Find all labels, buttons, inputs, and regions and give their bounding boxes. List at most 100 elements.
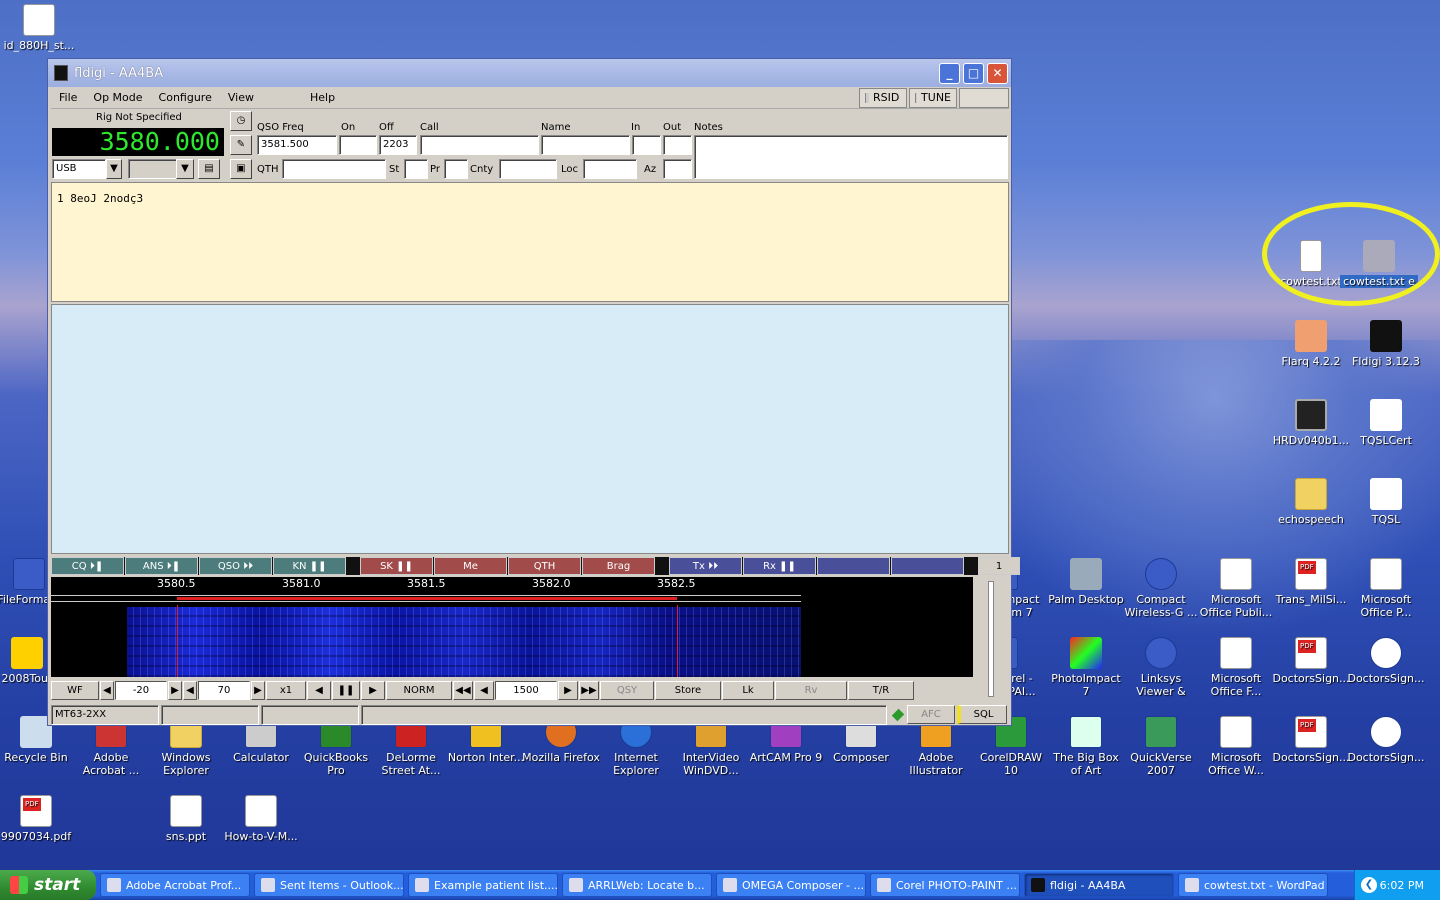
clock[interactable]: 6:02 PM bbox=[1380, 879, 1424, 892]
province-field[interactable] bbox=[444, 159, 468, 179]
empty-toggle[interactable] bbox=[959, 87, 1009, 108]
reference-level-field[interactable]: -20 bbox=[115, 680, 167, 700]
qth-field[interactable] bbox=[282, 159, 386, 179]
lock-toggle[interactable]: Lk bbox=[722, 680, 774, 700]
range-field[interactable]: 70 bbox=[198, 680, 250, 700]
azimuth-field[interactable] bbox=[663, 159, 692, 179]
ref-down-arrow-icon[interactable]: ◀ bbox=[100, 680, 114, 700]
locator-field[interactable] bbox=[583, 159, 637, 179]
qso-freq-field[interactable]: 3581.500 bbox=[257, 135, 337, 155]
step-right-icon[interactable]: ▶ bbox=[558, 680, 578, 700]
close-button[interactable]: ✕ bbox=[987, 62, 1008, 84]
squelch-toggle[interactable]: SQL bbox=[957, 705, 1007, 724]
menu-view[interactable]: View bbox=[220, 91, 262, 104]
desktop-icon-hrd[interactable]: HRDv040b1... bbox=[1272, 399, 1350, 447]
store-button[interactable]: Store bbox=[655, 680, 721, 700]
taskbar-item-omega-composer[interactable]: OMEGA Composer - ... bbox=[716, 873, 866, 897]
desktop-icon-trans-milsi[interactable]: Trans_MilSi... bbox=[1272, 558, 1350, 606]
step-left-icon[interactable]: ◀ bbox=[474, 680, 494, 700]
signal-level-scroll[interactable] bbox=[976, 577, 1006, 703]
state-field[interactable] bbox=[404, 159, 428, 179]
desktop-icon-linksys-viewer[interactable]: Linksys Viewer & Recorder ... bbox=[1122, 637, 1200, 698]
macro-me-button[interactable]: Me bbox=[434, 557, 507, 575]
desktop-icon-sns-ppt[interactable]: sns.ppt bbox=[147, 795, 225, 843]
desktop-icon-palm-desktop[interactable]: Palm Desktop bbox=[1047, 558, 1125, 606]
macro-cq-button[interactable]: CQ ⏵❚ bbox=[51, 557, 124, 575]
fldigi-window[interactable]: fldigi - AA4BA _ □ ✕ File Op Mode Config… bbox=[47, 58, 1020, 726]
rst-in-field[interactable] bbox=[632, 135, 661, 155]
on-time-field[interactable] bbox=[339, 135, 377, 155]
desktop-icon-flarq[interactable]: Flarq 4.2.2 bbox=[1272, 320, 1350, 368]
desktop-icon-id880h[interactable]: id_880H_st... bbox=[0, 4, 78, 52]
rig-list-icon[interactable]: ▤ bbox=[198, 159, 220, 179]
transmit-text-pane[interactable] bbox=[51, 304, 1009, 554]
taskbar-item-patient-list[interactable]: Example patient list.... bbox=[408, 873, 558, 897]
macro-page-button[interactable]: 1 bbox=[978, 557, 1020, 575]
macro-empty-1-button[interactable] bbox=[817, 557, 890, 575]
fast-rewind-icon[interactable]: ◀◀ bbox=[453, 680, 473, 700]
menu-help[interactable]: Help bbox=[302, 91, 343, 104]
macro-rx-button[interactable]: Rx ❚❚ bbox=[743, 557, 816, 575]
off-time-field[interactable]: 2203 bbox=[379, 135, 417, 155]
taskbar-item-acrobat[interactable]: Adobe Acrobat Prof... bbox=[100, 873, 250, 897]
window-titlebar[interactable]: fldigi - AA4BA _ □ ✕ bbox=[48, 59, 1011, 87]
waterfall-display[interactable]: 3580.5 3581.0 3581.5 3582.0 3582.5 bbox=[51, 577, 973, 677]
macro-ans-button[interactable]: ANS ⏵❚ bbox=[125, 557, 198, 575]
call-field[interactable] bbox=[420, 135, 539, 155]
save-log-icon[interactable]: ▣ bbox=[230, 159, 252, 179]
desktop-icon-photoimpact[interactable]: PhotoImpact 7 bbox=[1047, 637, 1125, 698]
desktop-icon-compact-wireless[interactable]: Compact Wireless-G ... bbox=[1122, 558, 1200, 619]
taskbar-item-outlook[interactable]: Sent Items - Outlook... bbox=[254, 873, 404, 897]
desktop-icon-ms-word[interactable]: Microsoft Office W... bbox=[1197, 716, 1275, 777]
desktop-icon-big-box-of-art[interactable]: The Big Box of Art bbox=[1047, 716, 1125, 777]
desktop-icon-tqsl[interactable]: TQSL bbox=[1347, 478, 1425, 526]
frequency-display[interactable]: 3580.000 bbox=[52, 128, 224, 156]
menu-configure[interactable]: Configure bbox=[151, 91, 220, 104]
zoom-button[interactable]: x1 bbox=[266, 680, 306, 700]
desktop-icon-doctorssign-2[interactable]: DoctorsSign... bbox=[1347, 716, 1425, 764]
scroll-right-icon[interactable]: ▶ bbox=[361, 680, 385, 700]
rst-out-field[interactable] bbox=[663, 135, 692, 155]
desktop-icon-9907034-pdf[interactable]: 9907034.pdf bbox=[0, 795, 75, 843]
transmit-receive-toggle[interactable]: T/R bbox=[848, 680, 914, 700]
macro-kn-button[interactable]: KN ❚❚ bbox=[273, 557, 346, 575]
desktop-icon-ms-publisher[interactable]: Microsoft Office Publi... bbox=[1197, 558, 1275, 619]
macro-qso-button[interactable]: QSO ⏵⏵ bbox=[199, 557, 272, 575]
macro-brag-button[interactable]: Brag bbox=[582, 557, 655, 575]
fast-forward-icon[interactable]: ▶▶ bbox=[579, 680, 599, 700]
taskbar-item-corel-photopaint[interactable]: Corel PHOTO-PAINT ... bbox=[870, 873, 1020, 897]
name-field[interactable] bbox=[541, 135, 630, 155]
range-up-arrow-icon[interactable]: ▶ bbox=[251, 680, 265, 700]
country-field[interactable] bbox=[499, 159, 557, 179]
desktop-icon-fldigi[interactable]: Fldigi 3.12.3 bbox=[1347, 320, 1425, 368]
range-down-arrow-icon[interactable]: ◀ bbox=[183, 680, 197, 700]
menu-file[interactable]: File bbox=[51, 91, 85, 104]
macro-qth-button[interactable]: QTH bbox=[508, 557, 581, 575]
notes-field[interactable] bbox=[694, 135, 1008, 179]
tune-toggle[interactable]: TUNE bbox=[909, 87, 957, 108]
scroll-left-icon[interactable]: ◀ bbox=[307, 680, 331, 700]
desktop-icon-tqslcert[interactable]: TQSLCert bbox=[1347, 399, 1425, 447]
taskbar-item-wordpad[interactable]: cowtest.txt - WordPad bbox=[1178, 873, 1328, 897]
broom-clear-icon[interactable]: ✎ bbox=[230, 135, 252, 155]
desktop-icon-ms-powerpoint[interactable]: Microsoft Office P... bbox=[1347, 558, 1425, 619]
receive-text-pane[interactable]: 1 8eoJ 2nodç3 bbox=[51, 182, 1009, 302]
maximize-button[interactable]: □ bbox=[963, 62, 984, 84]
mode-select[interactable]: USB bbox=[52, 159, 106, 179]
desktop-icon-quickverse[interactable]: QuickVerse 2007 bbox=[1122, 716, 1200, 777]
rsid-toggle[interactable]: RSID bbox=[859, 87, 907, 108]
speed-button[interactable]: NORM bbox=[386, 680, 452, 700]
wf-mode-button[interactable]: WF bbox=[51, 680, 99, 700]
desktop-icon-how-to[interactable]: How-to-V-M... bbox=[222, 795, 300, 843]
minimize-button[interactable]: _ bbox=[939, 62, 960, 84]
clock-icon[interactable]: ◷ bbox=[230, 111, 252, 131]
show-hidden-icons-icon[interactable]: ❮ bbox=[1361, 877, 1377, 893]
desktop-icon-doctorssign-1[interactable]: DoctorsSign... bbox=[1272, 716, 1350, 764]
taskbar-item-fldigi[interactable]: fldigi - AA4BA bbox=[1024, 873, 1174, 897]
macro-tx-button[interactable]: Tx ⏵⏵ bbox=[669, 557, 742, 575]
desktop-icon-echospeech[interactable]: echospeech bbox=[1272, 478, 1350, 526]
start-button[interactable]: start bbox=[0, 870, 96, 900]
pause-icon[interactable]: ❚❚ bbox=[332, 680, 360, 700]
desktop-icon-doctorssign-4[interactable]: DoctorsSign... bbox=[1347, 637, 1425, 685]
mode-dropdown-arrow-icon[interactable]: ▼ bbox=[106, 159, 122, 179]
